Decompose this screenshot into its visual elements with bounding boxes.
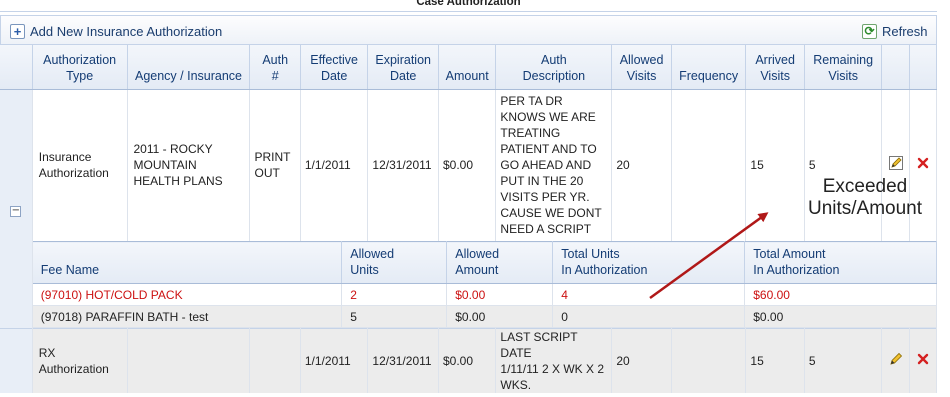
col-allowed-amount[interactable]: Allowed Amount (446, 241, 554, 284)
edit-icon[interactable] (889, 352, 903, 366)
col-frequency[interactable]: Frequency (671, 45, 747, 90)
cell-auth-number: PRINT OUT (249, 89, 301, 241)
cell-expiration-date: 12/31/2011 (367, 89, 439, 241)
cell-allowed-visits: 20 (611, 89, 672, 241)
fee-allowed-amount: $0.00 (446, 283, 554, 306)
cell-delete (909, 328, 938, 393)
cell-amount: $0.00 (438, 328, 497, 393)
col-total-units[interactable]: Total Units In Authorization (552, 241, 746, 284)
fee-allowed-units: 5 (341, 305, 448, 328)
col-auth-description[interactable]: Auth Description (495, 45, 613, 90)
add-icon: + (10, 23, 25, 39)
fee-total-amount: $60.00 (744, 283, 937, 306)
fee-row: (97010) HOT/COLD PACK 2 $0.00 4 $60.00 (32, 283, 937, 306)
cell-allowed-visits: 20 (611, 328, 672, 393)
col-auth-number[interactable]: Auth # (249, 45, 301, 90)
grid-header-row: Authorization Type Agency / Insurance Aut… (0, 45, 938, 90)
fee-name: (97018) PARAFFIN BATH - test (32, 305, 343, 328)
col-amount[interactable]: Amount (438, 45, 497, 90)
fee-detail-cell: Fee Name Allowed Units Allowed Amount Tota… (32, 241, 937, 329)
col-delete (909, 45, 938, 90)
col-allowed-units[interactable]: Allowed Units (341, 241, 448, 284)
col-expiration-date[interactable]: Expiration Date (367, 45, 439, 90)
annotation-line-1: Exceeded (822, 176, 908, 197)
cell-effective-date: 1/1/2011 (300, 89, 369, 241)
cell-edit (881, 328, 910, 393)
cell-amount: $0.00 (438, 89, 497, 241)
cell-frequency (671, 89, 747, 241)
cell-frequency (671, 328, 747, 393)
cell-agency (127, 328, 251, 393)
col-fee-name[interactable]: Fee Name (32, 241, 343, 284)
collapse-icon[interactable]: − (10, 205, 22, 217)
edit-icon[interactable] (888, 156, 903, 171)
fee-header-row: Fee Name Allowed Units Allowed Amount Tota… (32, 241, 937, 284)
fee-detail-row: Fee Name Allowed Units Allowed Amount Tota… (0, 241, 937, 329)
fee-allowed-amount: $0.00 (446, 305, 554, 328)
cell-agency: 2011 - ROCKY MOUNTAIN HEALTH PLANS (127, 89, 251, 241)
row-expander: − (0, 89, 33, 329)
annotation-line-2: Units/Amount (807, 198, 923, 219)
fee-table: Fee Name Allowed Units Allowed Amount Tota… (32, 241, 937, 328)
col-authorization-type[interactable]: Authorization Type (32, 45, 128, 90)
fee-row: (97018) PARAFFIN BATH - test 5 $0.00 0 $… (32, 305, 937, 328)
delete-icon[interactable] (917, 353, 929, 365)
cell-auth-type: RX Authorization (32, 328, 128, 393)
cell-auth-number (249, 328, 301, 393)
fee-total-amount: $0.00 (744, 305, 937, 328)
cell-auth-type: Insurance Authorization (32, 89, 128, 241)
cell-remaining-visits: 5 (804, 328, 883, 393)
panel-title: Case Authorization (0, 0, 937, 12)
col-arrived-visits[interactable]: Arrived Visits (745, 45, 805, 90)
refresh-label: Refresh (882, 23, 928, 39)
col-expander (0, 45, 33, 90)
cell-expiration-date: 12/31/2011 (367, 328, 439, 393)
table-row: RX Authorization 1/1/2011 12/31/2011 $0.0… (0, 328, 938, 393)
add-authorization-button[interactable]: + Add New Insurance Authorization (10, 22, 222, 40)
cell-auth-description: LAST SCRIPT DATE 1/11/11 2 X WK X 2 WKS. (495, 328, 613, 393)
delete-icon[interactable] (917, 157, 929, 169)
add-authorization-label: Add New Insurance Authorization (30, 23, 223, 39)
col-total-amount[interactable]: Total Amount In Authorization (744, 241, 937, 284)
exceeded-annotation: Exceeded Units/Amount (796, 176, 934, 220)
fee-name: (97010) HOT/COLD PACK (32, 283, 343, 306)
fee-total-units: 0 (552, 305, 746, 328)
col-edit (881, 45, 910, 90)
cell-effective-date: 1/1/2011 (300, 328, 369, 393)
refresh-button[interactable]: ⟳ Refresh (862, 22, 928, 40)
col-remaining-visits[interactable]: Remaining Visits (804, 45, 883, 90)
cell-auth-description: PER TA DR KNOWS WE ARE TREATING PATIENT AN… (495, 89, 613, 241)
col-agency-insurance[interactable]: Agency / Insurance (127, 45, 251, 90)
toolbar: + Add New Insurance Authorization ⟳ Refr… (0, 15, 937, 45)
fee-total-units: 4 (552, 283, 746, 306)
col-effective-date[interactable]: Effective Date (300, 45, 369, 90)
col-allowed-visits[interactable]: Allowed Visits (611, 45, 672, 90)
row-expander (0, 328, 33, 393)
fee-allowed-units: 2 (341, 283, 448, 306)
refresh-icon: ⟳ (862, 23, 877, 39)
cell-arrived-visits: 15 (745, 328, 805, 393)
